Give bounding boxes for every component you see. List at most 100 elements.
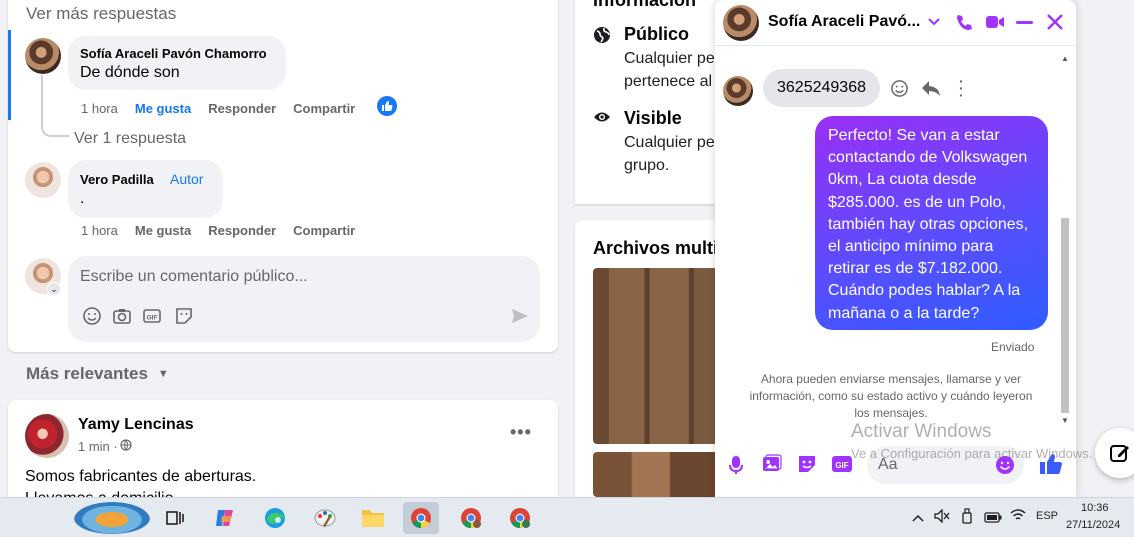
scrollbar-thumb[interactable] — [1061, 218, 1069, 413]
like-button[interactable]: Me gusta — [135, 101, 191, 116]
activation-watermark-text: Ve a Configuración para activar Windows. — [851, 446, 1093, 461]
visible-desc: Cualquier pe — [624, 134, 715, 151]
more-options-icon[interactable]: ••• — [510, 422, 532, 443]
usb-device-icon[interactable] — [960, 508, 974, 529]
reply-button[interactable]: Responder — [208, 223, 276, 238]
comment-time[interactable]: 1 hora — [81, 101, 118, 116]
author-badge: Autor — [170, 171, 204, 187]
reply-connector — [41, 75, 69, 137]
info-header: Información — [593, 0, 697, 10]
chrome-profile-icon[interactable] — [502, 502, 538, 534]
minimize-icon[interactable] — [1016, 21, 1033, 24]
post-card: Yamy Lencinas 1 min · ••• Somos fabrican… — [8, 400, 558, 507]
public-title: Público — [624, 24, 690, 44]
chrome-profile-icon[interactable] — [453, 502, 489, 534]
emoji-icon[interactable] — [82, 306, 102, 331]
comment-time[interactable]: 1 hora — [81, 223, 118, 238]
chevron-down-icon[interactable]: ⌄ — [47, 282, 61, 296]
scroll-down-icon[interactable]: ▼ — [1061, 416, 1069, 425]
post-text: Somos fabricantes de aberturas. — [25, 468, 257, 485]
comment-actions: 1 hora Me gusta Responder Compartir — [81, 222, 372, 240]
paint-icon[interactable] — [307, 502, 343, 534]
visible-desc: grupo. — [624, 157, 670, 174]
comment-author[interactable]: Vero Padilla — [80, 172, 154, 187]
view-one-reply-link[interactable]: Ver 1 respuesta — [74, 130, 186, 148]
gif-icon[interactable]: GIF — [142, 306, 162, 331]
input-language[interactable]: ESP — [1036, 510, 1058, 522]
close-icon[interactable] — [1046, 13, 1064, 36]
scroll-up-icon[interactable]: ▲ — [1061, 54, 1069, 63]
battery-icon[interactable] — [984, 510, 1002, 528]
avatar[interactable] — [723, 76, 753, 106]
globe-icon — [593, 26, 611, 49]
chrome-icon[interactable] — [403, 502, 439, 534]
microphone-icon[interactable] — [728, 455, 744, 480]
visible-title: Visible — [624, 108, 682, 128]
share-button[interactable]: Compartir — [293, 223, 355, 238]
reply-icon[interactable] — [921, 79, 941, 102]
media-header: Archivos multi — [593, 238, 719, 258]
volume-muted-icon[interactable] — [934, 508, 950, 528]
media-card: Archivos multi — [575, 220, 720, 497]
chat-scrollbar[interactable]: ▲ ▼ — [1058, 50, 1072, 430]
public-desc: Cualquier pe — [624, 50, 715, 67]
media-thumbnail[interactable] — [593, 268, 720, 444]
clock-time[interactable]: 10:36 — [1081, 502, 1109, 514]
svg-text:GIF: GIF — [835, 461, 848, 470]
share-button[interactable]: Compartir — [293, 101, 355, 116]
comment-text: De dónde son — [80, 64, 180, 81]
like-button[interactable]: Me gusta — [135, 223, 191, 238]
sticker-icon[interactable] — [174, 306, 194, 331]
avatar[interactable] — [25, 414, 69, 458]
tray-chevron-icon[interactable] — [912, 510, 924, 528]
post-author[interactable]: Yamy Lencinas — [78, 416, 194, 434]
media-thumbnail[interactable] — [593, 452, 720, 497]
activation-watermark-title: Activar Windows — [851, 421, 992, 442]
like-reaction-icon[interactable] — [377, 96, 397, 116]
comment-bubble: Sofía Araceli Pavón Chamorro De dónde so… — [68, 36, 286, 90]
comment-author[interactable]: Sofía Araceli Pavón Chamorro — [80, 46, 267, 61]
comment-bubble: Vero Padilla Autor . — [68, 160, 223, 218]
eye-icon — [593, 110, 611, 129]
react-icon[interactable] — [890, 79, 909, 103]
copilot-icon[interactable] — [207, 502, 243, 534]
post-time[interactable]: 1 min · — [78, 439, 118, 454]
comment-text: . — [80, 190, 85, 207]
weather-widget-icon[interactable] — [74, 502, 150, 534]
outgoing-message[interactable]: Perfecto! Se van a estar contactando de … — [815, 116, 1048, 330]
comment-composer[interactable]: Escribe un comentario público... GIF — [68, 256, 540, 342]
sort-dropdown[interactable]: Más relevantes ▼ — [26, 364, 169, 384]
taskbar: ESP 10:36 27/11/2024 — [0, 497, 1134, 537]
send-icon[interactable] — [510, 306, 530, 331]
comment-actions: 1 hora Me gusta Responder Compartir — [81, 100, 372, 118]
wifi-icon[interactable] — [1010, 508, 1026, 527]
post-meta: 1 min · — [78, 439, 132, 454]
avatar[interactable] — [25, 38, 61, 74]
sticker-icon[interactable] — [797, 454, 817, 479]
reply-button[interactable]: Responder — [208, 101, 276, 116]
svg-text:GIF: GIF — [147, 315, 158, 322]
photo-icon[interactable] — [762, 454, 782, 479]
chevron-down-icon[interactable] — [927, 14, 941, 33]
clock-date[interactable]: 27/11/2024 — [1066, 519, 1120, 531]
sort-label: Más relevantes — [26, 364, 148, 383]
comment-input[interactable]: Escribe un comentario público... — [80, 268, 308, 286]
file-explorer-icon[interactable] — [355, 502, 391, 534]
see-more-replies-link[interactable]: Ver más respuestas — [26, 4, 176, 24]
thread-line — [8, 30, 11, 120]
camera-icon[interactable] — [112, 306, 132, 331]
task-view-icon[interactable] — [156, 502, 192, 534]
more-options-icon[interactable]: · · · — [959, 74, 964, 102]
globe-icon — [120, 439, 132, 454]
avatar[interactable] — [723, 5, 759, 41]
gif-icon[interactable]: GIF — [831, 454, 853, 479]
avatar[interactable] — [25, 162, 61, 198]
video-call-icon[interactable] — [985, 14, 1005, 35]
public-desc: pertenece al — [624, 73, 713, 90]
message-status: Enviado — [991, 340, 1035, 354]
phone-icon[interactable] — [955, 13, 973, 36]
chat-header: Sofía Araceli Pavó... — [715, 0, 1076, 46]
edge-icon[interactable] — [257, 502, 293, 534]
chat-contact-name[interactable]: Sofía Araceli Pavó... — [768, 13, 920, 31]
incoming-message[interactable]: 3625249368 — [763, 69, 880, 107]
